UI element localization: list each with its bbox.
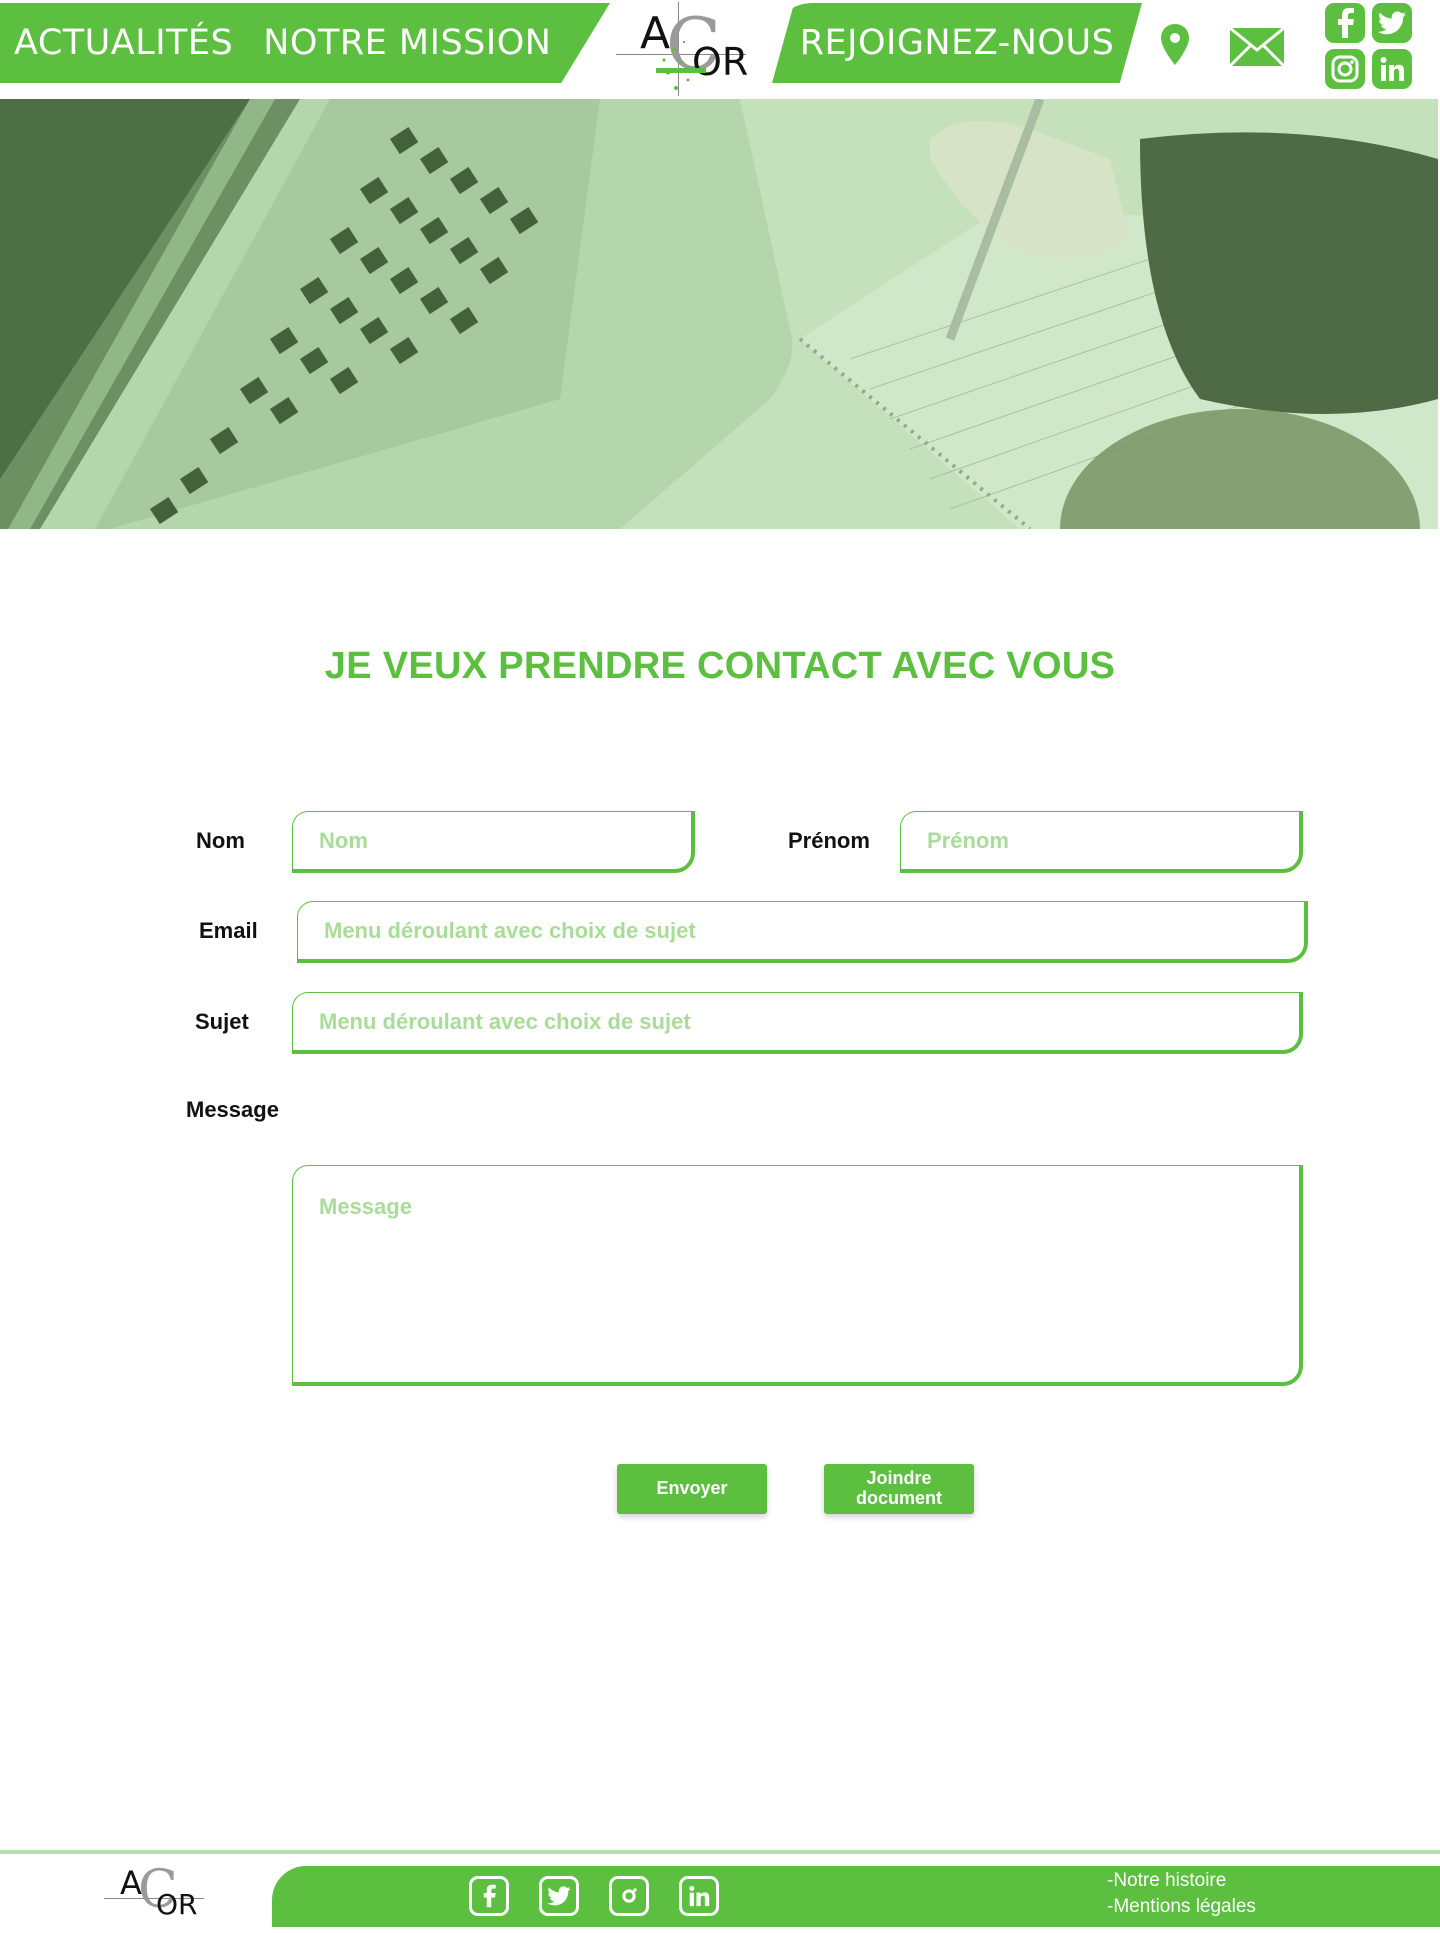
sujet-select[interactable] <box>292 992 1303 1054</box>
attach-button-label-line1: Joindre <box>866 1468 932 1489</box>
twitter-icon[interactable] <box>1372 3 1412 43</box>
attach-button-label-line2: document <box>855 1488 942 1508</box>
footer-logo-letter-a: A <box>120 1864 142 1902</box>
footer-twitter-icon[interactable] <box>539 1876 579 1916</box>
site-header: ACTUALITÉS NOTRE MISSION C A OR REJOIGNE… <box>0 0 1440 100</box>
footer-link-mentions-legales[interactable]: -Mentions légales <box>1107 1896 1256 1918</box>
hero-image <box>0 99 1438 529</box>
attach-document-button[interactable]: Joindre document <box>824 1464 974 1514</box>
message-textarea[interactable] <box>292 1165 1303 1386</box>
map-pin-icon[interactable] <box>1160 24 1190 71</box>
nom-field[interactable] <box>292 811 695 873</box>
instagram-icon[interactable] <box>1325 49 1365 89</box>
send-button-label: Envoyer <box>656 1478 728 1499</box>
message-label: Message <box>186 1097 279 1122</box>
footer-link-notre-histoire[interactable]: -Notre histoire <box>1107 1870 1226 1892</box>
footer-logo[interactable]: C A OR <box>100 1860 210 1932</box>
footer-facebook-icon[interactable] <box>469 1876 509 1916</box>
email-label: Email <box>199 918 258 943</box>
prenom-field[interactable] <box>900 811 1303 873</box>
facebook-icon[interactable] <box>1325 3 1365 43</box>
footer-bar: -Notre histoire -Mentions légales <box>272 1866 1440 1927</box>
nav-link-actualites[interactable]: ACTUALITÉS <box>14 23 233 63</box>
linkedin-icon[interactable] <box>1372 49 1412 89</box>
nav-link-rejoignez-nous[interactable]: REJOIGNEZ-NOUS <box>800 23 1115 63</box>
nav-link-notre-mission[interactable]: NOTRE MISSION <box>263 23 551 63</box>
envelope-icon[interactable] <box>1228 26 1286 71</box>
nom-label: Nom <box>196 828 245 853</box>
footer-logo-letters-or: OR <box>156 1888 198 1921</box>
footer-divider <box>0 1850 1440 1854</box>
logo-dots-decoration <box>656 40 706 90</box>
sujet-label: Sujet <box>195 1009 249 1034</box>
send-button[interactable]: Envoyer <box>617 1464 767 1514</box>
header-logo[interactable]: C A OR <box>614 0 754 100</box>
footer-linkedin-icon[interactable] <box>679 1876 719 1916</box>
nav-left-bar: ACTUALITÉS NOTRE MISSION <box>0 3 610 83</box>
nav-join-bar: REJOIGNEZ-NOUS <box>772 3 1142 83</box>
email-field[interactable] <box>297 901 1308 963</box>
prenom-label: Prénom <box>788 828 870 853</box>
page-title: JE VEUX PRENDRE CONTACT AVEC VOUS <box>324 645 1116 687</box>
footer-instagram-icon[interactable] <box>609 1876 649 1916</box>
